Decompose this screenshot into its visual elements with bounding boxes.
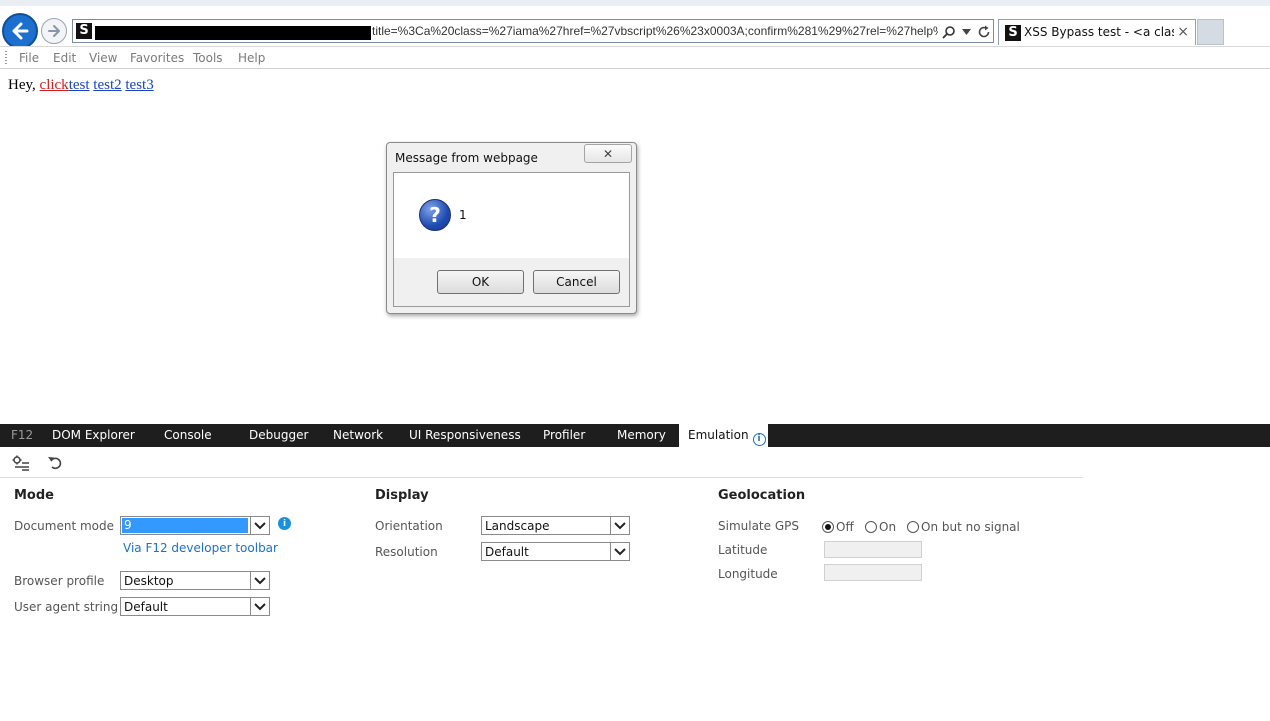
browser-profile-label: Browser profile <box>14 574 105 588</box>
address-bar[interactable]: S title=%3Ca%20class=%27iama%27href=%27v… <box>72 19 994 43</box>
close-tab-icon[interactable]: × <box>1177 24 1189 40</box>
forward-arrow-icon <box>48 25 60 37</box>
refresh-icon[interactable] <box>977 25 991 39</box>
dialog-message-area: ? 1 <box>394 173 629 258</box>
f12-tab-bar: F12 DOM Explorer Console Debugger Networ… <box>0 424 1270 447</box>
gps-no-signal-radio[interactable]: On but no signal <box>907 520 1020 534</box>
dropdown-arrow-icon[interactable] <box>962 29 971 35</box>
test-link[interactable]: test <box>69 77 90 93</box>
longitude-input[interactable] <box>824 564 922 581</box>
radio-selected-icon <box>822 521 834 533</box>
geolocation-heading: Geolocation <box>718 488 806 503</box>
chevron-down-icon <box>250 598 269 615</box>
back-arrow-icon <box>12 22 29 40</box>
cancel-button[interactable]: Cancel <box>533 270 620 294</box>
search-icon[interactable] <box>942 25 956 39</box>
menu-edit[interactable]: Edit <box>53 51 76 65</box>
tab-dom-explorer[interactable]: DOM Explorer <box>52 428 135 442</box>
user-agent-label: User agent string <box>14 600 119 614</box>
radio-icon <box>865 521 877 533</box>
document-mode-label: Document mode <box>14 519 115 533</box>
back-button[interactable] <box>2 13 38 49</box>
longitude-label: Longitude <box>718 567 778 581</box>
tab-emulation[interactable]: Emulation i <box>679 424 768 447</box>
display-heading: Display <box>375 488 429 503</box>
orientation-label: Orientation <box>375 519 443 533</box>
address-url[interactable]: title=%3Ca%20class=%27iama%27href=%27vbs… <box>372 24 938 40</box>
tab-profiler[interactable]: Profiler <box>543 428 585 442</box>
tab-favicon: S <box>1005 25 1021 41</box>
chevron-down-icon <box>250 517 269 534</box>
tab-memory[interactable]: Memory <box>617 428 666 442</box>
document-mode-select[interactable]: 9 <box>120 516 270 535</box>
tab-network[interactable]: Network <box>333 428 383 442</box>
browser-profile-select[interactable]: Desktop <box>120 571 270 590</box>
menu-view[interactable]: View <box>89 51 117 65</box>
dialog-title: Message from webpage <box>395 151 538 165</box>
redacted-url-portion <box>95 26 371 40</box>
user-agent-select[interactable]: Default <box>120 597 270 616</box>
background-tab-strip <box>0 0 1270 6</box>
orientation-select[interactable]: Landscape <box>481 516 630 535</box>
tab-emulation-label: Emulation <box>688 428 749 442</box>
info-icon: i <box>752 432 766 446</box>
tab-debugger[interactable]: Debugger <box>249 428 308 442</box>
latitude-label: Latitude <box>718 543 768 557</box>
resolution-value: Default <box>485 545 529 559</box>
resolution-label: Resolution <box>375 545 438 559</box>
user-agent-value: Default <box>124 600 168 614</box>
menu-file[interactable]: File <box>19 51 39 65</box>
simulate-gps-label: Simulate GPS <box>718 519 799 533</box>
via-f12-toolbar-link[interactable]: Via F12 developer toolbar <box>123 541 278 555</box>
tab-title: XSS Bypass test - <a class='... <box>1024 25 1174 39</box>
test2-link[interactable]: test2 <box>93 77 121 93</box>
radio-icon <box>907 521 919 533</box>
f12-developer-tools: F12 DOM Explorer Console Debugger Networ… <box>0 424 1270 721</box>
click-link[interactable]: click <box>40 77 69 93</box>
active-tab[interactable]: S XSS Bypass test - <a class='... × <box>998 19 1196 45</box>
tab-ui-responsiveness[interactable]: UI Responsiveness <box>409 428 521 442</box>
forward-button[interactable] <box>41 18 67 44</box>
chevron-down-icon <box>610 517 629 534</box>
dialog-message: 1 <box>459 208 467 222</box>
chevron-down-icon <box>610 543 629 560</box>
gps-on-radio[interactable]: On <box>865 520 896 534</box>
orientation-value: Landscape <box>485 519 550 533</box>
gps-on-label: On <box>879 520 897 534</box>
tab-console[interactable]: Console <box>164 428 212 442</box>
latitude-input[interactable] <box>824 541 922 558</box>
site-favicon: S <box>76 23 92 39</box>
settings-list-icon[interactable] <box>12 454 30 472</box>
menubar-grip <box>5 51 7 65</box>
greeting-text: Hey, <box>8 77 40 93</box>
menu-tools[interactable]: Tools <box>193 51 223 65</box>
ok-button[interactable]: OK <box>437 270 524 294</box>
gps-off-radio[interactable]: Off <box>822 520 854 534</box>
menu-favorites[interactable]: Favorites <box>130 51 184 65</box>
gps-no-signal-label: On but no signal <box>921 520 1020 534</box>
browser-chrome: S title=%3Ca%20class=%27iama%27href=%27v… <box>0 0 1270 49</box>
toolbar-divider <box>0 477 1083 478</box>
mode-heading: Mode <box>14 488 54 503</box>
close-icon: ✕ <box>602 146 614 161</box>
menu-help[interactable]: Help <box>238 51 265 65</box>
new-tab-button[interactable] <box>1197 19 1224 45</box>
confirm-dialog: Message from webpage ✕ ? 1 OK Cancel <box>386 142 637 314</box>
page-content: Hey, clicktest test2 test3 <box>8 77 154 94</box>
document-mode-info-icon[interactable]: i <box>278 517 291 530</box>
browser-profile-value: Desktop <box>124 574 174 588</box>
dialog-close-button[interactable]: ✕ <box>584 144 632 163</box>
resolution-select[interactable]: Default <box>481 542 630 561</box>
menu-bar: File Edit View Favorites Tools Help <box>0 46 1270 69</box>
test3-link[interactable]: test3 <box>125 77 153 93</box>
gps-off-label: Off <box>836 520 854 534</box>
document-mode-value: 9 <box>122 518 248 533</box>
f12-label: F12 <box>11 428 34 442</box>
reset-icon[interactable] <box>46 454 64 472</box>
dialog-body: ? 1 OK Cancel <box>393 172 630 307</box>
chevron-down-icon <box>250 572 269 589</box>
question-icon: ? <box>419 199 451 231</box>
